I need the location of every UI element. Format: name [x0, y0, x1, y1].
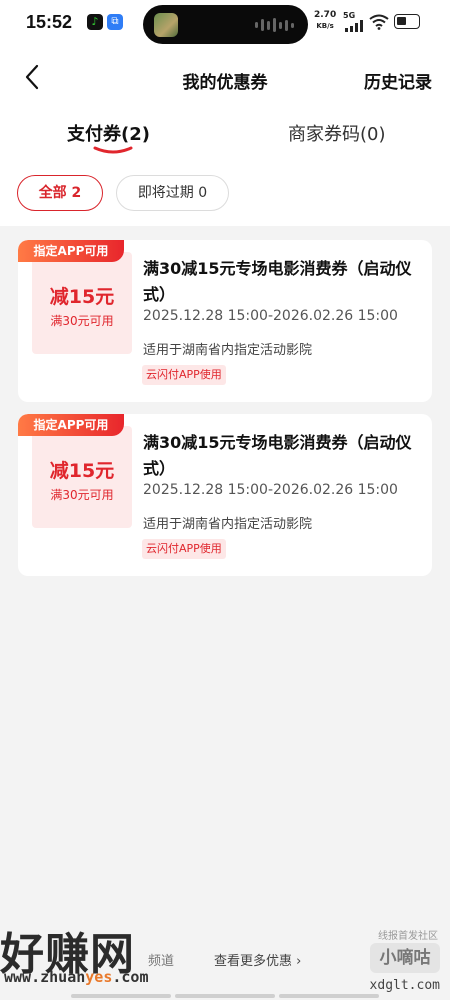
status-bar: 15:52 ♪ ⧉ 2.70 KB/s 5G — [0, 0, 450, 48]
bottom-indicator — [0, 994, 450, 1000]
coupon-card[interactable]: 减15元 满30元可用 指定APP可用 满30减15元专场电影消费券（启动仪式）… — [18, 414, 432, 576]
watermark-url-accent: yes — [85, 968, 113, 986]
music-app-icon: ♪ — [87, 14, 103, 30]
net-speed-value: 2.70 — [314, 10, 337, 20]
coupon-condition: 满30元可用 — [50, 488, 114, 502]
net-speed: 2.70 KB/s — [314, 11, 336, 31]
watermark-tag: 线报首发社区 — [378, 931, 438, 942]
tab-payment-coupons[interactable]: 支付券(2) — [67, 120, 150, 146]
footer-channel-text: 频道 — [148, 954, 175, 969]
coupon-amount-panel: 减15元 满30元可用 — [32, 426, 132, 528]
coupon-title: 满30减15元专场电影消费券（启动仪式） — [143, 433, 412, 478]
coupon-amount: 减15元 — [49, 286, 115, 308]
filter-expiring-chip[interactable]: 即将过期 0 — [116, 175, 229, 211]
screen-record-icon: ⧉ — [107, 14, 123, 30]
coupon-validity: 2025.12.28 15:00-2026.02.26 15:00 — [143, 482, 398, 498]
net-speed-unit: KB/s — [316, 22, 334, 30]
coupon-tabs: 支付券(2) 商家券码(0) — [0, 108, 450, 162]
history-button[interactable]: 历史记录 — [364, 68, 432, 93]
battery-icon — [394, 14, 420, 29]
coupon-amount: 减15元 — [49, 460, 115, 482]
signal-icon — [345, 20, 363, 32]
watermark-url: www.zhuanyes.com — [4, 968, 149, 986]
filter-all-chip[interactable]: 全部 2 — [17, 175, 103, 211]
status-time: 15:52 — [26, 12, 73, 32]
tab-merchant-codes[interactable]: 商家券码(0) — [288, 120, 386, 146]
coupon-tag: 指定APP可用 — [18, 414, 124, 436]
watermark-url-prefix: www.zhuan — [4, 968, 86, 986]
back-arrow-icon[interactable] — [18, 60, 48, 94]
coupon-scope: 适用于湖南省内指定活动影院 — [143, 343, 313, 358]
coupon-tag: 指定APP可用 — [18, 240, 124, 262]
more-offers-link[interactable]: 查看更多优惠 › — [214, 950, 301, 969]
active-tab-indicator — [93, 146, 133, 154]
media-thumbnail — [154, 13, 178, 37]
coupon-amount-panel: 减15元 满30元可用 — [32, 252, 132, 354]
wifi-icon — [369, 14, 389, 30]
coupon-card[interactable]: 减15元 满30元可用 指定APP可用 满30减15元专场电影消费券（启动仪式）… — [18, 240, 432, 402]
coupon-app-badge: 云闪付APP使用 — [142, 365, 226, 385]
coupon-title: 满30减15元专场电影消费券（启动仪式） — [143, 259, 412, 304]
filter-bar: 全部 2 即将过期 0 — [0, 162, 450, 226]
coupon-validity: 2025.12.28 15:00-2026.02.26 15:00 — [143, 308, 398, 324]
dynamic-island[interactable] — [143, 5, 308, 44]
watermark-domain: xdglt.com — [369, 978, 440, 993]
coupon-scope: 适用于湖南省内指定活动影院 — [143, 517, 313, 532]
audio-wave-icon — [255, 18, 294, 32]
watermark-badge: 小嘀咕 — [370, 943, 440, 973]
coupon-app-badge: 云闪付APP使用 — [142, 539, 226, 559]
more-offers-label: 查看更多优惠 — [214, 954, 293, 969]
chevron-right-icon: › — [292, 954, 302, 969]
nav-header: 我的优惠券 历史记录 — [0, 48, 450, 108]
network-type: 5G — [343, 11, 356, 20]
watermark-url-suffix: .com — [112, 968, 149, 986]
coupon-condition: 满30元可用 — [50, 314, 114, 328]
